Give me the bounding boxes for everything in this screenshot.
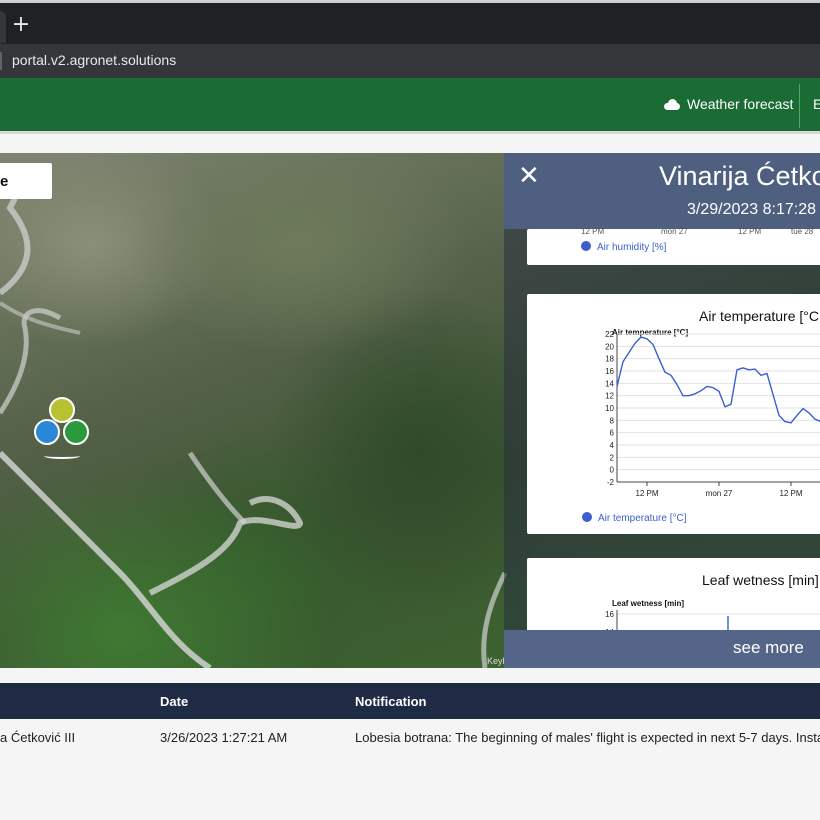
map-layer-label[interactable]: e — [0, 163, 52, 199]
y-tick-label: 20 — [605, 342, 614, 351]
legend-label: Air temperature [°C] — [598, 513, 687, 524]
table-row[interactable]: a Ćetković III 3/26/2023 1:27:21 AM Lobe… — [0, 719, 820, 757]
app-header: Weather forecast E — [0, 78, 820, 134]
weather-forecast-link[interactable]: Weather forecast — [664, 96, 793, 112]
panel-datetime: 3/29/2023 8:17:28 — [687, 201, 817, 218]
card-title: Leaf wetness [min] — [702, 572, 819, 588]
legend-marker-icon — [582, 512, 592, 522]
y-tick-label: 10 — [605, 404, 614, 413]
cell-station: a Ćetković III — [0, 730, 76, 745]
humidity-legend[interactable]: Air humidity [%] — [581, 241, 666, 253]
station-panel: ✕ Vinarija Ćetkov 3/29/2023 8:17:28 12 P… — [504, 153, 820, 668]
y-tick-label: 6 — [610, 429, 615, 438]
y-tick-label: 12 — [605, 392, 614, 401]
panel-title: Vinarija Ćetkov — [659, 161, 820, 191]
legend-label: Air humidity [%] — [597, 242, 667, 253]
new-tab-button[interactable]: + — [10, 14, 32, 36]
address-divider — [0, 52, 2, 70]
temperature-series-line — [616, 336, 820, 424]
y-tick-label: 14 — [605, 379, 614, 388]
x-tick-label: 12 PM — [779, 489, 802, 498]
browser-tab[interactable] — [0, 11, 6, 43]
close-icon[interactable]: ✕ — [518, 163, 540, 189]
x-tick-label: tue 28 — [791, 227, 814, 236]
y-tick-label: 18 — [605, 355, 614, 364]
chart-axis-title: Air temperature [°C] — [612, 328, 688, 337]
y-tick-label: 22 — [605, 330, 614, 339]
cell-notification: Lobesia botrana: The beginning of males'… — [355, 730, 820, 745]
x-tick-label: 12 PM — [738, 227, 762, 236]
temperature-legend[interactable]: Air temperature [°C] — [582, 512, 686, 524]
header-next-item[interactable]: E — [813, 96, 820, 112]
marker-base — [44, 453, 80, 459]
weather-forecast-label: Weather forecast — [687, 96, 794, 112]
legend-marker-icon — [581, 241, 591, 251]
header-divider — [799, 84, 800, 128]
y-tick-label: 4 — [610, 441, 615, 450]
air-humidity-card: 12 PM mon 27 12 PM tue 28 Air humidity [… — [527, 227, 820, 265]
x-tick-label: 12 PM — [635, 489, 658, 498]
y-tick-label: 16 — [605, 610, 614, 619]
address-bar[interactable]: portal.v2.agronet.solutions — [0, 44, 820, 78]
air-temperature-chart[interactable]: Air temperature [°C] -2 0 2 4 6 8 10 12 14 16 18 20 2… — [527, 324, 820, 524]
cloud-icon — [664, 98, 680, 110]
station-marker-cluster[interactable] — [34, 397, 94, 463]
y-tick-label: -2 — [607, 478, 615, 487]
y-tick-label: 16 — [605, 367, 614, 376]
url-text[interactable]: portal.v2.agronet.solutions — [12, 52, 176, 68]
y-tick-label: 0 — [610, 466, 615, 475]
column-header-notification[interactable]: Notification — [355, 694, 427, 709]
station-icon[interactable] — [63, 419, 89, 445]
chart-axis-title: Leaf wetness [min] — [612, 599, 684, 608]
air-temperature-card: Air temperature [°C Air temperature [°C]… — [527, 294, 820, 534]
table-header: Date Notification — [0, 683, 820, 719]
x-tick-label: 12 PM — [581, 227, 605, 236]
column-header-date[interactable]: Date — [160, 694, 188, 709]
water-drop-icon[interactable] — [34, 419, 60, 445]
browser-tab-bar: + — [0, 0, 820, 44]
y-tick-label: 2 — [610, 453, 615, 462]
panel-header: ✕ Vinarija Ćetkov 3/29/2023 8:17:28 — [504, 153, 820, 229]
y-tick-label: 8 — [610, 416, 615, 425]
card-title: Air temperature [°C — [699, 308, 819, 324]
x-tick-label: mon 27 — [661, 227, 688, 236]
x-tick-label: mon 27 — [706, 489, 733, 498]
cell-date: 3/26/2023 1:27:21 AM — [160, 730, 288, 745]
see-more-button[interactable]: see more — [504, 630, 820, 668]
